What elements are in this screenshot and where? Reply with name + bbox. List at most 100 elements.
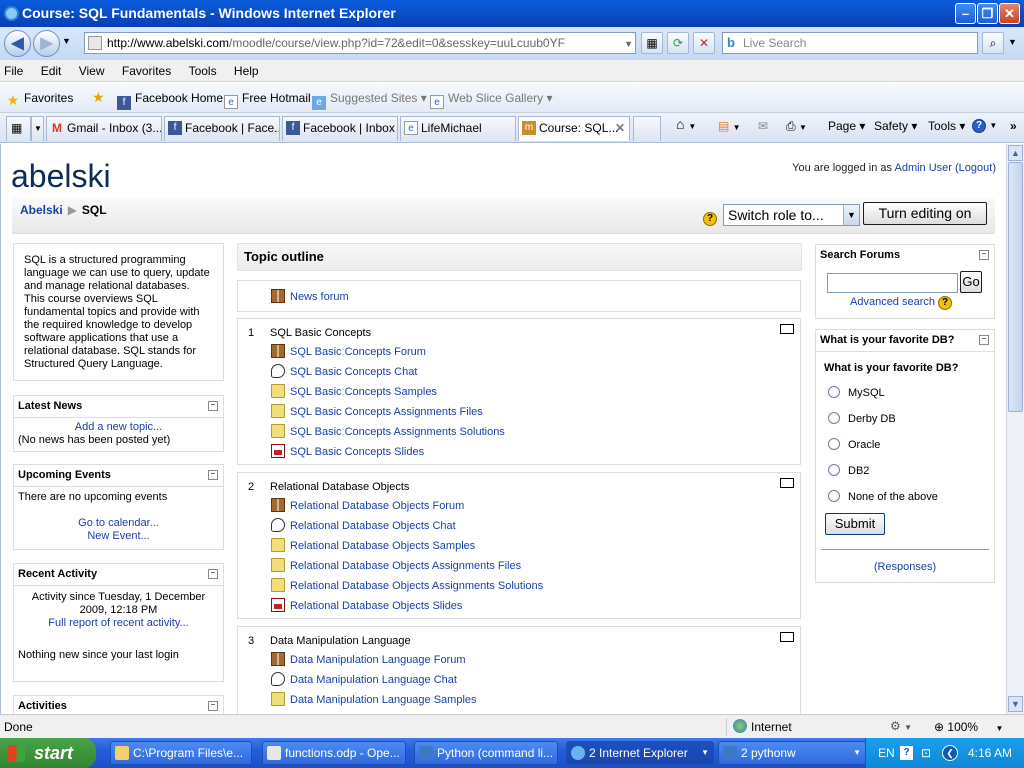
tab-list-dropdown[interactable]: ▼ xyxy=(31,116,44,141)
highlight-toggle[interactable] xyxy=(780,324,794,334)
menu-help[interactable]: Help xyxy=(227,60,266,82)
advanced-search-link[interactable]: Advanced search xyxy=(850,296,935,308)
help-icon[interactable]: ? xyxy=(938,296,953,310)
fav-suggested-sites[interactable]: e Suggested Sites ▾ xyxy=(312,91,427,110)
turn-editing-on-button[interactable]: Turn editing on xyxy=(863,202,987,225)
print-icon[interactable]: ⎙ ▼ xyxy=(786,119,807,134)
minimize-button[interactable]: – xyxy=(955,3,976,24)
scroll-down-icon[interactable]: ▼ xyxy=(1008,696,1023,712)
forward-button[interactable]: ▶ xyxy=(33,30,60,57)
home-icon[interactable]: ⌂ ▼ xyxy=(676,116,696,132)
activity-link[interactable]: Data Manipulation Language Samples xyxy=(290,694,477,706)
activity-link[interactable]: Data Manipulation Language Forum xyxy=(290,654,466,666)
taskbar-item-explorer[interactable]: C:\Program Files\e... xyxy=(110,741,252,765)
collapse-icon[interactable]: – xyxy=(208,401,218,411)
collapse-icon[interactable]: – xyxy=(979,250,989,260)
start-button[interactable]: start xyxy=(0,738,96,768)
menu-favorites[interactable]: Favorites xyxy=(115,60,178,82)
taskbar-item-openoffice[interactable]: functions.odp - Ope... xyxy=(262,741,406,765)
safety-menu[interactable]: Safety ▾ xyxy=(874,119,917,133)
full-report-link[interactable]: Full report of recent activity... xyxy=(48,617,188,629)
new-tab-button[interactable] xyxy=(633,116,661,141)
language-indicator[interactable]: EN xyxy=(878,738,895,768)
activity-item[interactable]: Relational Database Objects Chat xyxy=(271,518,456,532)
help-icon[interactable]: ? xyxy=(900,746,913,760)
back-button[interactable]: ◀ xyxy=(4,30,31,57)
activity-item[interactable]: SQL Basic Concepts Chat xyxy=(271,364,417,378)
poll-option[interactable]: None of the above xyxy=(828,490,938,503)
more-commands-icon[interactable]: » xyxy=(1010,119,1017,133)
activity-link[interactable]: SQL Basic Concepts Assignments Files xyxy=(290,406,483,418)
activity-item[interactable]: Relational Database Objects Assignments … xyxy=(271,578,543,592)
activity-item[interactable]: Relational Database Objects Slides xyxy=(271,598,462,612)
activity-link[interactable]: SQL Basic Concepts Forum xyxy=(290,346,426,358)
poll-option[interactable]: Oracle xyxy=(828,438,880,451)
activity-item[interactable]: SQL Basic Concepts Slides xyxy=(271,444,424,458)
taskbar-item-ie[interactable]: 2 Internet Explorer ▼ xyxy=(566,741,714,765)
address-bar[interactable]: http://www.abelski.com/moodle/course/vie… xyxy=(84,32,636,54)
switch-role-select[interactable]: Switch role to... ▼ xyxy=(723,204,860,226)
activity-link[interactable]: Relational Database Objects Chat xyxy=(290,520,456,532)
collapse-icon[interactable]: – xyxy=(979,335,989,345)
radio-button[interactable] xyxy=(828,438,840,450)
poll-option[interactable]: DB2 xyxy=(828,464,869,477)
address-dropdown-icon[interactable]: ▼ xyxy=(624,34,633,53)
taskbar-item-python[interactable]: Python (command li... xyxy=(414,741,558,765)
poll-option[interactable]: Derby DB xyxy=(828,412,896,425)
collapse-icon[interactable]: – xyxy=(208,569,218,579)
activity-link[interactable]: Relational Database Objects Assignments … xyxy=(290,560,521,572)
highlight-toggle[interactable] xyxy=(780,478,794,488)
fav-facebook-home[interactable]: f Facebook Home xyxy=(117,91,223,110)
radio-button[interactable] xyxy=(828,464,840,476)
menu-view[interactable]: View xyxy=(72,60,112,82)
activity-item[interactable]: Data Manipulation Language Samples xyxy=(271,692,477,706)
activity-item[interactable]: SQL Basic Concepts Assignments Files xyxy=(271,404,483,418)
activity-link[interactable]: Relational Database Objects Slides xyxy=(290,600,462,612)
search-options-dropdown[interactable]: ▼ xyxy=(1008,37,1017,47)
tab-lifemichael[interactable]: e LifeMichael xyxy=(400,116,516,141)
vertical-scrollbar[interactable]: ▲ ▼ xyxy=(1006,144,1024,714)
fav-free-hotmail[interactable]: e Free Hotmail xyxy=(224,91,311,109)
tab-course-sql[interactable]: m Course: SQL... ✕ xyxy=(518,116,630,141)
fav-web-slice-gallery[interactable]: e Web Slice Gallery ▾ xyxy=(430,91,553,109)
show-hidden-icons[interactable]: ❮ xyxy=(942,745,958,761)
help-icon[interactable]: ? ▼ xyxy=(972,117,997,133)
tab-facebook-face[interactable]: f Facebook | Face... xyxy=(164,116,280,141)
taskbar-item-pythonw[interactable]: 2 pythonw ▼ xyxy=(718,741,866,765)
go-to-calendar-link[interactable]: Go to calendar... xyxy=(78,517,159,529)
close-tab-icon[interactable]: ✕ xyxy=(615,117,625,140)
activity-link[interactable]: Data Manipulation Language Chat xyxy=(290,674,457,686)
poll-option[interactable]: MySQL xyxy=(828,386,885,399)
radio-button[interactable] xyxy=(828,490,840,502)
activity-item[interactable]: SQL Basic Concepts Forum xyxy=(271,344,426,358)
activity-link[interactable]: Relational Database Objects Samples xyxy=(290,540,475,552)
menu-tools[interactable]: Tools xyxy=(182,60,224,82)
search-go-button[interactable]: Go xyxy=(960,271,982,293)
zoom-control[interactable]: ⊕ 100% ▼ xyxy=(934,720,1003,734)
activity-item[interactable]: Data Manipulation Language Chat xyxy=(271,672,457,686)
tab-facebook-inbox[interactable]: f Facebook | Inbox xyxy=(282,116,398,141)
scrollbar-thumb[interactable] xyxy=(1008,162,1023,412)
help-icon[interactable]: ? xyxy=(703,212,717,226)
collapse-icon[interactable]: – xyxy=(208,701,218,711)
activity-item[interactable]: Relational Database Objects Assignments … xyxy=(271,558,521,572)
page-menu[interactable]: Page ▾ xyxy=(828,119,865,133)
restore-button[interactable]: ❐ xyxy=(977,3,998,24)
activity-link[interactable]: Relational Database Objects Assignments … xyxy=(290,580,543,592)
scroll-up-icon[interactable]: ▲ xyxy=(1008,145,1023,161)
search-forums-input[interactable] xyxy=(827,273,958,293)
search-icon[interactable]: ⌕ xyxy=(982,32,1004,54)
activity-link[interactable]: Relational Database Objects Forum xyxy=(290,500,464,512)
quick-tabs-icon[interactable]: ▦ xyxy=(6,116,31,141)
stop-icon[interactable]: ✕ xyxy=(693,32,715,54)
radio-button[interactable] xyxy=(828,412,840,424)
activity-item[interactable]: SQL Basic Concepts Assignments Solutions xyxy=(271,424,505,438)
user-link[interactable]: Admin User xyxy=(894,162,951,174)
feeds-icon[interactable]: ▤ ▼ xyxy=(718,119,741,133)
poll-responses-link[interactable]: (Responses) xyxy=(874,561,936,573)
activity-link[interactable]: SQL Basic Concepts Assignments Solutions xyxy=(290,426,505,438)
highlight-toggle[interactable] xyxy=(780,632,794,642)
activity-item[interactable]: Data Manipulation Language Forum xyxy=(271,652,466,666)
activity-item[interactable]: Relational Database Objects Samples xyxy=(271,538,475,552)
tab-gmail[interactable]: M Gmail - Inbox (3... xyxy=(46,116,162,141)
